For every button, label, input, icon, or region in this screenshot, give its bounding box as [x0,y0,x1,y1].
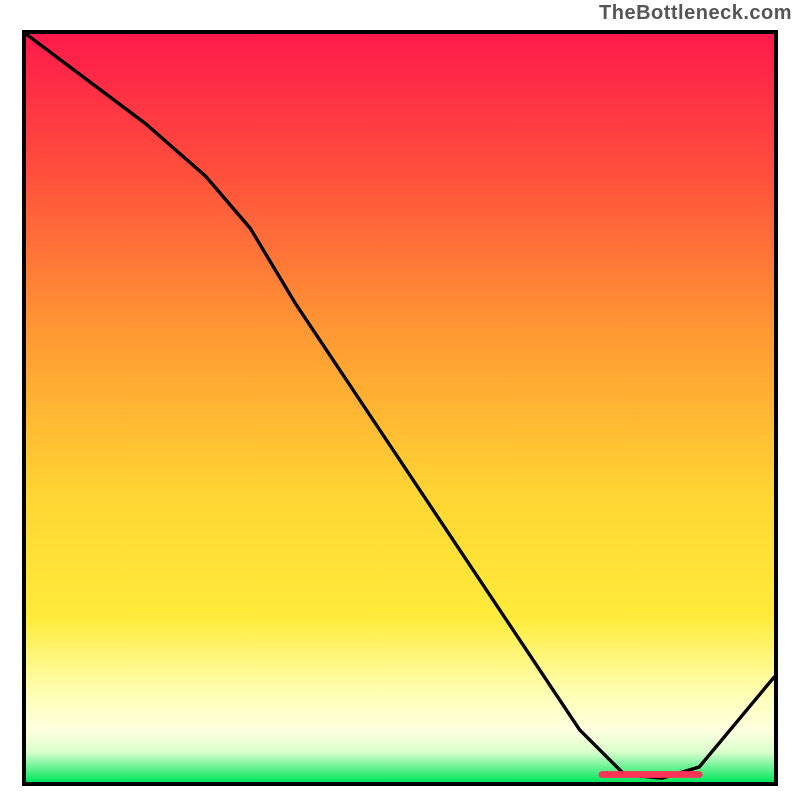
plot-area [22,30,778,786]
chart-container: TheBottleneck.com [0,0,800,800]
gradient-background [26,34,774,782]
chart-svg [26,34,774,782]
watermark-text: TheBottleneck.com [599,2,792,25]
